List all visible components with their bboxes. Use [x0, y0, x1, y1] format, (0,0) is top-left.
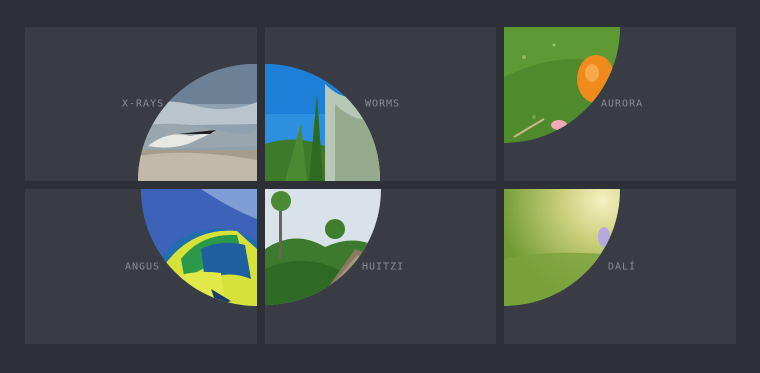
tile-dali[interactable]: DALÍ — [504, 189, 736, 344]
gallery-grid: X-RAYS WORMS AURORA ANGUS HUITZI DALÍ — [0, 0, 760, 373]
photo-seagull — [138, 64, 257, 181]
tile-label: AURORA — [601, 98, 644, 110]
photo-grass-sky — [265, 64, 380, 181]
photo-sunlit-meadow — [504, 189, 620, 306]
tile-label: DALÍ — [608, 261, 637, 272]
tile-label: HUITZI — [362, 261, 405, 272]
tile-worms[interactable]: WORMS — [265, 27, 496, 181]
tile-angus[interactable]: ANGUS — [25, 189, 257, 344]
tile-aurora[interactable]: AURORA — [504, 27, 736, 181]
tile-xrays[interactable]: X-RAYS — [25, 27, 257, 181]
photo-hot-air-balloon — [141, 189, 257, 306]
tile-label: X-RAYS — [122, 98, 165, 110]
photo-tropical-trees — [265, 189, 381, 306]
tile-huitzi[interactable]: HUITZI — [265, 189, 496, 344]
photo-orange-fruit — [504, 27, 620, 143]
tile-label: ANGUS — [125, 261, 161, 272]
tile-label: WORMS — [365, 98, 401, 110]
